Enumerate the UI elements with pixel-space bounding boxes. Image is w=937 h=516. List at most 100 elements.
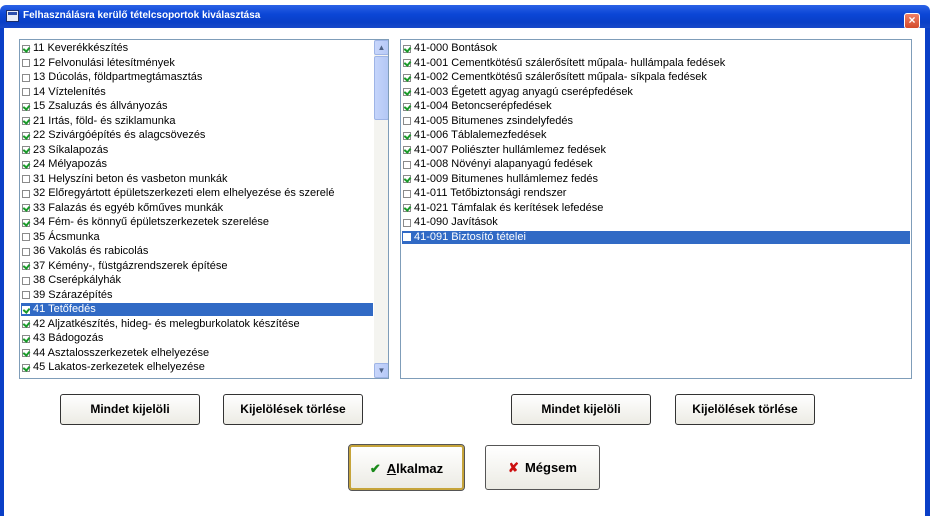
checked-checkbox[interactable] [22, 204, 30, 212]
checked-checkbox[interactable] [403, 131, 411, 140]
checked-checkbox[interactable] [22, 117, 30, 125]
list-item[interactable]: 11 Keverékkészítés [21, 42, 373, 55]
unchecked-checkbox[interactable] [22, 291, 30, 299]
list-item[interactable]: 41-008 Növényi alapanyagú fedések [402, 158, 910, 171]
list-item[interactable]: 15 Zsaluzás és állványozás [21, 100, 373, 113]
left-clear-selection-button[interactable]: Kijelölések törlése [223, 394, 363, 425]
list-item[interactable]: 41-003 Égetett agyag anyagú cserépfedése… [402, 86, 910, 99]
scroll-thumb[interactable] [374, 56, 388, 120]
list-item[interactable]: 41-000 Bontások [402, 42, 910, 55]
list-item[interactable]: 35 Ácsmunka [21, 231, 373, 244]
list-item[interactable]: 12 Felvonulási létesítmények [21, 57, 373, 70]
close-button[interactable]: × [904, 13, 920, 29]
list-item[interactable]: 41-007 Poliészter hullámlemez fedések [402, 144, 910, 157]
list-item[interactable]: 31 Helyszíni beton és vasbeton munkák [21, 173, 373, 186]
list-item-label: 39 Szárazépítés [33, 288, 113, 301]
list-item-label: 43 Bádogozás [33, 332, 104, 344]
group-list[interactable]: ▲ ▼ 11 Keverékkészítés 12 Felvonulási lét… [19, 39, 389, 379]
scroll-up-button[interactable]: ▲ [374, 40, 388, 55]
list-item[interactable]: 44 Asztalosszerkezetek elhelyezése [21, 347, 373, 360]
checked-checkbox[interactable] [22, 146, 30, 154]
checked-checkbox[interactable] [22, 262, 30, 270]
list-item[interactable]: 41-009 Bitumenes hullámlemez fedés [402, 173, 910, 186]
list-item[interactable]: 33 Falazás és egyéb kőműves munkák [21, 202, 373, 215]
checked-checkbox[interactable] [22, 44, 30, 53]
list-item-label: 35 Ácsmunka [33, 230, 100, 243]
list-item[interactable]: 22 Szivárgóépítés és alagcsövezés [21, 129, 373, 142]
list-item[interactable]: 41 Tetőfedés [21, 303, 373, 316]
left-select-all-button[interactable]: Mindet kijelöli [60, 394, 200, 425]
unchecked-checkbox[interactable] [22, 276, 30, 285]
unchecked-checkbox[interactable] [22, 233, 30, 241]
title-bar[interactable]: Felhasználásra kerülő tételcsoportok kiv… [0, 5, 930, 29]
checked-checkbox[interactable] [403, 59, 411, 67]
checked-checkbox[interactable] [403, 204, 411, 212]
list-item[interactable]: 34 Fém- és könnyű épületszerkezetek szer… [21, 216, 373, 229]
list-item-label: 37 Kémény-, füstgázrendszerek építése [33, 259, 228, 272]
list-item[interactable]: 13 Dúcolás, földpartmegtámasztás [21, 71, 373, 84]
unchecked-checkbox[interactable] [403, 218, 411, 227]
cancel-button[interactable]: ✘ Mégsem [485, 445, 600, 490]
list-item[interactable]: 41-006 Táblalemezfedések [402, 129, 910, 142]
apply-button[interactable]: ✔ Alkalmaz [348, 444, 465, 491]
list-item[interactable]: 41-002 Cementkötésű szálerősített műpala… [402, 71, 910, 84]
list-item-label: 32 Előregyártott épületszerkezeti elem e… [33, 187, 335, 199]
checked-checkbox[interactable] [22, 349, 30, 357]
checked-checkbox[interactable] [403, 102, 411, 111]
list-item[interactable]: 41-004 Betoncserépfedések [402, 100, 910, 113]
list-item[interactable]: 41-005 Bitumenes zsindelyfedés [402, 115, 910, 128]
unchecked-checkbox[interactable] [403, 160, 411, 169]
scrollbar[interactable]: ▲ ▼ [374, 40, 388, 378]
list-item[interactable]: 37 Kémény-, füstgázrendszerek építése [21, 260, 373, 273]
list-item-label: 41-003 Égetett agyag anyagú cserépfedése… [414, 85, 633, 98]
checked-checkbox[interactable] [22, 131, 30, 140]
unchecked-checkbox[interactable] [403, 233, 411, 241]
checked-checkbox[interactable] [403, 44, 411, 53]
checked-checkbox[interactable] [22, 160, 30, 169]
list-item[interactable]: 39 Szárazépítés [21, 289, 373, 302]
right-select-all-button[interactable]: Mindet kijelöli [511, 394, 651, 425]
unchecked-checkbox[interactable] [22, 59, 30, 67]
list-item[interactable]: 45 Lakatos-zerkezetek elhelyezése [21, 361, 373, 374]
list-item-label: 31 Helyszíni beton és vasbeton munkák [33, 172, 228, 185]
checked-checkbox[interactable] [22, 363, 30, 372]
list-item[interactable]: 38 Cserépkályhák [21, 274, 373, 287]
unchecked-checkbox[interactable] [403, 117, 411, 125]
checked-checkbox[interactable] [403, 175, 411, 183]
unchecked-checkbox[interactable] [22, 73, 30, 82]
list-item[interactable]: 41-091 Biztosító tételei [402, 230, 910, 244]
checked-checkbox[interactable] [403, 73, 411, 82]
list-item[interactable]: 14 Víztelenítés [21, 86, 373, 99]
unchecked-checkbox[interactable] [403, 189, 411, 198]
list-item[interactable]: 23 Síkalapozás [21, 144, 373, 157]
list-item-label: 41-005 Bitumenes zsindelyfedés [414, 114, 573, 127]
list-item[interactable]: 21 Irtás, föld- és sziklamunka [21, 115, 373, 128]
checked-checkbox[interactable] [403, 146, 411, 154]
right-clear-selection-button[interactable]: Kijelölések törlése [675, 394, 815, 425]
checked-checkbox[interactable] [22, 218, 30, 227]
list-item[interactable]: 41-011 Tetőbiztonsági rendszer [402, 187, 910, 200]
unchecked-checkbox[interactable] [22, 175, 30, 183]
list-item[interactable]: 24 Mélyapozás [21, 158, 373, 171]
window-frame-right [925, 28, 930, 516]
list-item[interactable]: 43 Bádogozás [21, 332, 373, 345]
unchecked-checkbox[interactable] [22, 247, 30, 256]
list-item[interactable]: 32 Előregyártott épületszerkezeti elem e… [21, 187, 373, 200]
list-item[interactable]: 42 Aljzatkészítés, hideg- és melegburkol… [21, 318, 373, 331]
unchecked-checkbox[interactable] [22, 88, 30, 96]
list-item-label: 12 Felvonulási létesítmények [33, 56, 175, 69]
list-item-label: 41-011 Tetőbiztonsági rendszer [414, 187, 567, 199]
checked-checkbox[interactable] [22, 334, 30, 343]
list-item[interactable]: 41-090 Javítások [402, 216, 910, 229]
list-item-label: 34 Fém- és könnyű épületszerkezetek szer… [33, 216, 270, 228]
checked-checkbox[interactable] [22, 305, 30, 314]
list-item[interactable]: 41-001 Cementkötésű szálerősített műpala… [402, 57, 910, 70]
scroll-down-button[interactable]: ▼ [374, 363, 388, 378]
list-item[interactable]: 41-021 Támfalak és kerítések lefedése [402, 202, 910, 215]
checked-checkbox[interactable] [22, 102, 30, 111]
item-group-list[interactable]: 41-000 Bontások 41-001 Cementkötésű szále… [400, 39, 912, 379]
unchecked-checkbox[interactable] [22, 189, 30, 198]
list-item[interactable]: 36 Vakolás és rabicolás [21, 245, 373, 258]
checked-checkbox[interactable] [22, 320, 30, 328]
checked-checkbox[interactable] [403, 88, 411, 96]
